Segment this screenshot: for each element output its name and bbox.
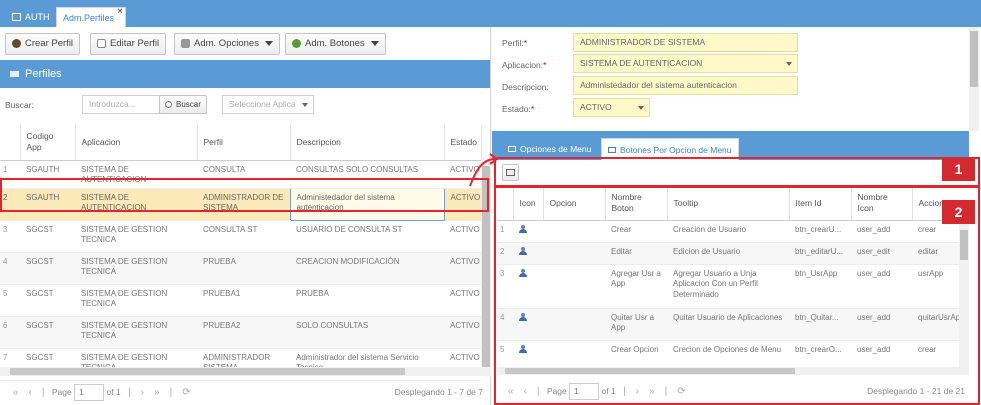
cell-aplicacion: SISTEMA DE GESTION TECNICA <box>75 252 197 285</box>
cell-n: 3 <box>0 220 20 253</box>
chevron-down-icon <box>302 103 308 107</box>
descripcion-label: Descripcion: <box>502 82 549 92</box>
gear-icon <box>292 38 301 48</box>
chevron-down-icon <box>638 106 644 110</box>
home-icon <box>12 12 21 21</box>
aplicacion-field[interactable]: SISTEMA DE AUTENTICACION <box>573 54 798 73</box>
chevron-down-icon <box>786 62 792 66</box>
aplicacion-label: Aplicacion:* <box>502 60 547 70</box>
tab-adm-perfiles[interactable]: Adm.Perfiles × <box>56 6 126 27</box>
cell-aplicacion: SISTEMA DE GESTION TECNICA <box>75 284 197 317</box>
cell-aplicacion: SISTEMA DE GESTION TECNICA <box>75 316 197 349</box>
cell-descripcion: PRUEBA <box>290 284 444 317</box>
cell-descripcion: CREACION MODIFICACIÓN <box>290 252 444 285</box>
annotation-box-2 <box>494 186 980 405</box>
pager-display: Desplegando 1 - 7 de 7 <box>394 387 483 397</box>
cell-descripcion: SOLO CONSULTAS <box>290 316 444 349</box>
table-row[interactable]: 6 SGCST SISTEMA DE GESTION TECNICA PRUEBA2 S… <box>0 316 481 349</box>
estado-label: Estado:* <box>502 104 535 114</box>
perfiles-panel: Crear Perfil Editar Perfil Adm. Opciones… <box>0 27 491 405</box>
search-icon <box>165 101 172 109</box>
tab-auth[interactable]: AUTH <box>6 7 56 27</box>
cell-n: 5 <box>0 284 20 317</box>
bomb-icon <box>12 38 21 48</box>
cell-codigo: SGCST <box>20 252 75 285</box>
cell-estado: ACTIVO <box>444 220 481 253</box>
cell-descripcion: USUARIO DE CONSULTA ST <box>290 220 444 253</box>
cell-perfil: PRUEBA <box>197 252 290 285</box>
annotation-box-1 <box>494 157 980 187</box>
search-label: Buscar: <box>5 100 34 110</box>
next-page-icon[interactable]: › <box>141 387 144 398</box>
annotation-badge-2: 2 <box>942 200 975 224</box>
estado-select[interactable]: ACTIVO <box>573 98 650 117</box>
cell-codigo: SGCST <box>20 316 75 349</box>
annotation-arrow <box>469 153 498 187</box>
top-tab-bar: AUTH Adm.Perfiles × <box>0 0 981 27</box>
close-icon[interactable]: × <box>117 2 123 22</box>
search-button[interactable]: Buscar <box>159 95 207 114</box>
cell-aplicacion: SISTEMA DE GESTION TECNICA <box>75 220 197 253</box>
table-icon <box>608 146 616 153</box>
chevron-down-icon <box>370 40 379 46</box>
cell-perfil: CONSULTA ST <box>197 220 290 253</box>
table-row[interactable]: 3 SGCST SISTEMA DE GESTION TECNICA CONSULTA… <box>0 220 481 253</box>
crear-perfil-button[interactable]: Crear Perfil <box>5 33 81 55</box>
cell-estado: ACTIVO <box>444 316 481 349</box>
profile-form: Perfil:* ADMINISTRADOR DE SISTEMA Aplica… <box>492 27 969 131</box>
selected-row-highlight <box>0 178 489 212</box>
annotation-badge-1: 1 <box>942 157 975 181</box>
cell-perfil: PRUEBA2 <box>197 316 290 349</box>
cell-codigo: SGCST <box>20 284 75 317</box>
horizontal-scrollbar[interactable] <box>0 367 490 376</box>
first-page-icon[interactable]: « <box>13 387 19 398</box>
editar-perfil-button[interactable]: Editar Perfil <box>90 33 167 55</box>
document-edit-icon <box>97 38 106 48</box>
cell-codigo: SGCST <box>20 220 75 253</box>
column-header[interactable]: Codigo App <box>20 125 76 161</box>
scroll-thumb[interactable] <box>10 368 405 375</box>
adm-opciones-button[interactable]: Adm. Opciones <box>174 33 280 55</box>
prev-page-icon[interactable]: ‹ <box>29 387 32 398</box>
table-icon <box>10 71 19 78</box>
tools-icon <box>181 38 190 48</box>
page-input[interactable]: 1 <box>74 384 105 402</box>
perfiles-table: Codigo App Aplicacion Perfil Descripcion… <box>0 125 482 381</box>
table-row[interactable]: 5 SGCST SISTEMA DE GESTION TECNICA PRUEBA1 P… <box>0 284 481 317</box>
perfiles-pager: «‹ | Page 1 of 1 | ›» | ⟳ Desplegando 1 - 7 … <box>8 380 483 404</box>
cell-perfil: PRUEBA1 <box>197 284 290 317</box>
adm-botones-button[interactable]: Adm. Botones <box>285 33 386 55</box>
cell-n: 4 <box>0 252 20 285</box>
column-header[interactable]: Descripcion <box>290 125 445 161</box>
table-row[interactable]: 4 SGCST SISTEMA DE GESTION TECNICA PRUEBA CR… <box>0 252 481 285</box>
column-header[interactable]: Perfil <box>197 125 291 161</box>
descripcion-field[interactable]: Administedador del sistema autenticacion <box>573 76 798 95</box>
perfil-field[interactable]: ADMINISTRADOR DE SISTEMA <box>573 33 798 52</box>
column-header[interactable]: Aplicacion <box>75 125 198 161</box>
aplicacion-select[interactable]: Seleccione Aplica <box>222 95 314 114</box>
chevron-down-icon <box>264 40 273 46</box>
perfil-label: Perfil:* <box>502 38 528 48</box>
table-icon <box>508 145 516 152</box>
table-header-row: Codigo App Aplicacion Perfil Descripcion… <box>0 125 482 161</box>
scroll-thumb[interactable] <box>970 31 978 87</box>
cell-n: 6 <box>0 316 20 349</box>
last-page-icon[interactable]: » <box>154 387 160 398</box>
perfiles-header: Perfiles <box>0 60 490 88</box>
refresh-icon[interactable]: ⟳ <box>182 387 190 398</box>
cell-estado: ACTIVO <box>444 284 481 317</box>
form-scrollbar[interactable] <box>969 27 979 131</box>
cell-estado: ACTIVO <box>444 252 481 285</box>
search-input[interactable]: Introduzca... <box>82 95 160 114</box>
